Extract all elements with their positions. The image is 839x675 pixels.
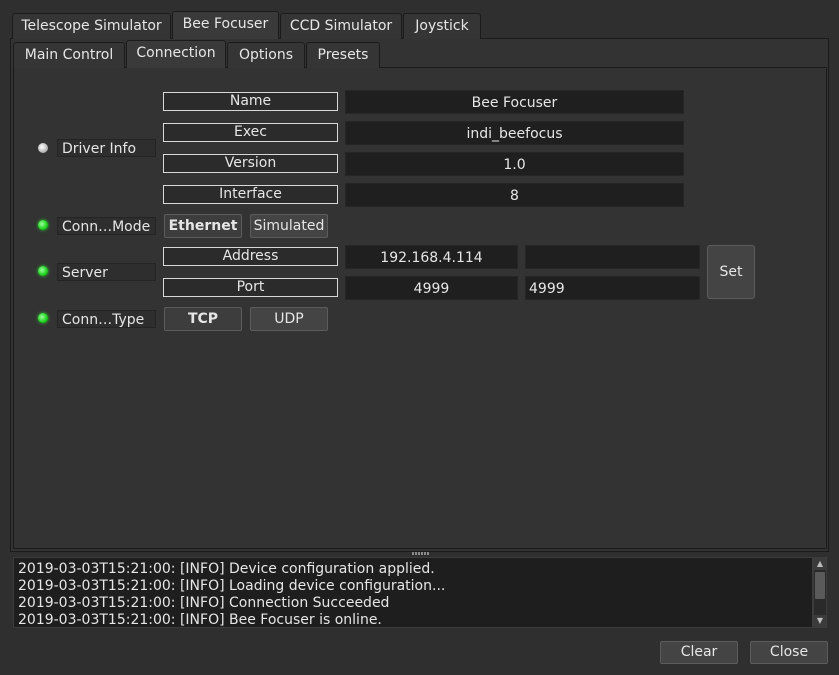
ethernet-button[interactable]: Ethernet <box>164 214 242 238</box>
udp-button[interactable]: UDP <box>250 307 328 331</box>
log-line: 2019-03-03T15:21:00: [INFO] Bee Focuser … <box>18 612 382 628</box>
subtab-connection[interactable]: Connection <box>126 40 226 68</box>
version-value: 1.0 <box>345 152 684 176</box>
exec-value: indi_beefocus <box>345 121 684 145</box>
interface-value: 8 <box>345 183 684 207</box>
driver-info-label: Driver Info <box>57 139 156 157</box>
subtab-presets[interactable]: Presets <box>306 42 380 68</box>
tab-bee-focuser[interactable]: Bee Focuser <box>172 11 279 39</box>
name-label: Name <box>163 92 338 111</box>
subtab-options[interactable]: Options <box>227 42 305 68</box>
clear-button[interactable]: Clear <box>660 641 738 664</box>
simulated-button[interactable]: Simulated <box>250 214 328 238</box>
connection-type-status-led <box>38 313 48 323</box>
connection-mode-label: Conn…Mode <box>57 217 156 235</box>
set-button[interactable]: Set <box>707 245 755 299</box>
port-label: Port <box>163 278 338 297</box>
driver-info-status-led <box>38 143 48 153</box>
exec-label: Exec <box>163 123 338 142</box>
scroll-up-arrow-icon[interactable]: ▲ <box>814 558 826 570</box>
close-button[interactable]: Close <box>750 641 828 664</box>
splitter-handle[interactable] <box>412 552 430 555</box>
log-scrollbar[interactable]: ▲ ▼ <box>813 557 827 628</box>
log-line: 2019-03-03T15:21:00: [INFO] Connection S… <box>18 595 390 611</box>
connection-mode-status-led <box>38 220 48 230</box>
port-input[interactable]: 4999 <box>525 276 700 300</box>
tcp-button[interactable]: TCP <box>164 307 242 331</box>
log-line: 2019-03-03T15:21:00: [INFO] Device confi… <box>18 561 435 577</box>
interface-label: Interface <box>163 185 338 204</box>
scrollbar-thumb[interactable] <box>815 572 825 599</box>
log-line: 2019-03-03T15:21:00: [INFO] Loading devi… <box>18 578 446 594</box>
address-value: 192.168.4.114 <box>345 245 518 269</box>
address-input[interactable] <box>525 245 700 269</box>
tab-joystick[interactable]: Joystick <box>403 13 481 39</box>
tab-ccd-simulator[interactable]: CCD Simulator <box>280 13 402 39</box>
port-value: 4999 <box>345 276 518 300</box>
server-label: Server <box>57 263 156 281</box>
version-label: Version <box>163 154 338 173</box>
message-log[interactable]: 2019-03-03T15:21:00: [INFO] Device confi… <box>13 557 813 628</box>
server-status-led <box>38 266 48 276</box>
name-value: Bee Focuser <box>345 90 684 114</box>
tab-telescope-simulator[interactable]: Telescope Simulator <box>12 13 171 39</box>
scroll-down-arrow-icon[interactable]: ▼ <box>814 615 826 627</box>
subtab-main-control[interactable]: Main Control <box>13 42 125 68</box>
connection-type-label: Conn…Type <box>57 310 156 328</box>
address-label: Address <box>163 247 338 266</box>
